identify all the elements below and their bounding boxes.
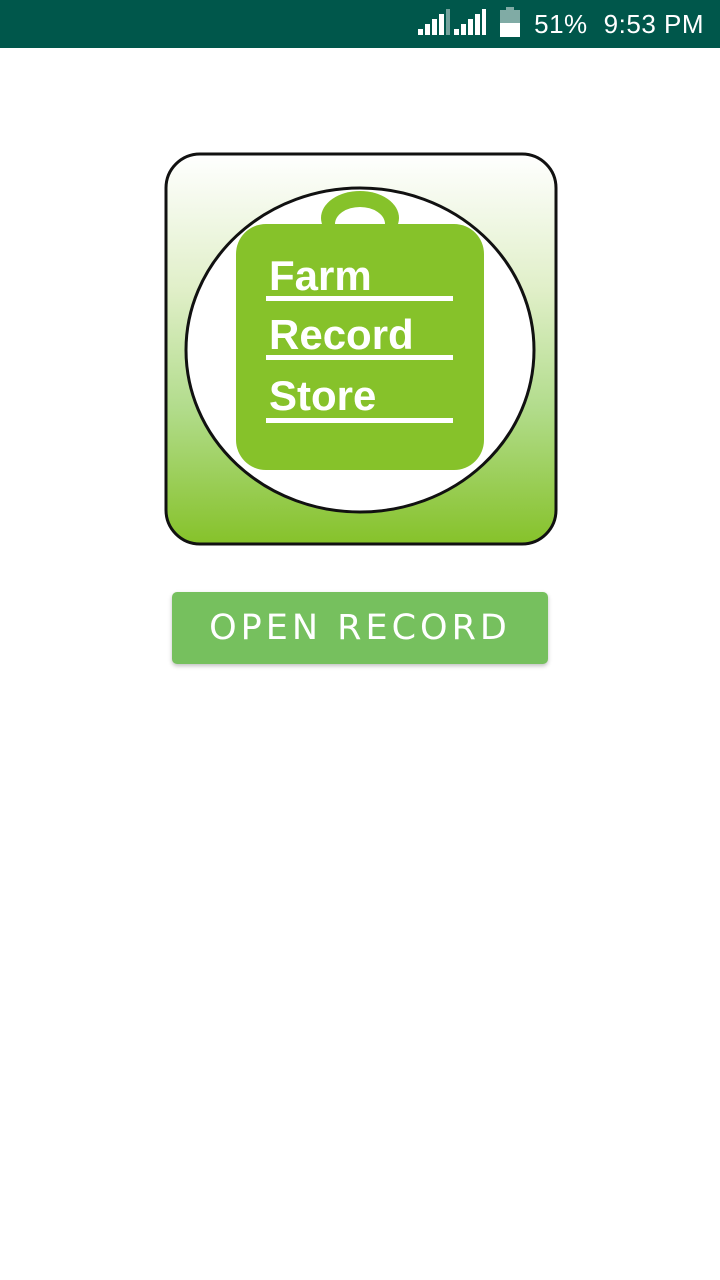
signal-sim1-icon — [418, 8, 451, 40]
logo-text-record: Record — [269, 311, 414, 358]
clock: 9:53 PM — [603, 8, 704, 39]
logo-text-farm: Farm — [269, 252, 372, 299]
status-bar: 51% 9:53 PM — [0, 0, 720, 48]
app-logo: Farm Record Store — [164, 152, 558, 546]
open-record-button[interactable]: OPEN RECORD — [172, 592, 548, 664]
battery-icon — [500, 6, 521, 42]
battery-percentage: 51% — [534, 8, 588, 39]
signal-sim2-icon — [454, 8, 487, 40]
status-indicators: 51% 9:53 PM — [418, 0, 704, 48]
logo-text-store: Store — [269, 372, 376, 419]
